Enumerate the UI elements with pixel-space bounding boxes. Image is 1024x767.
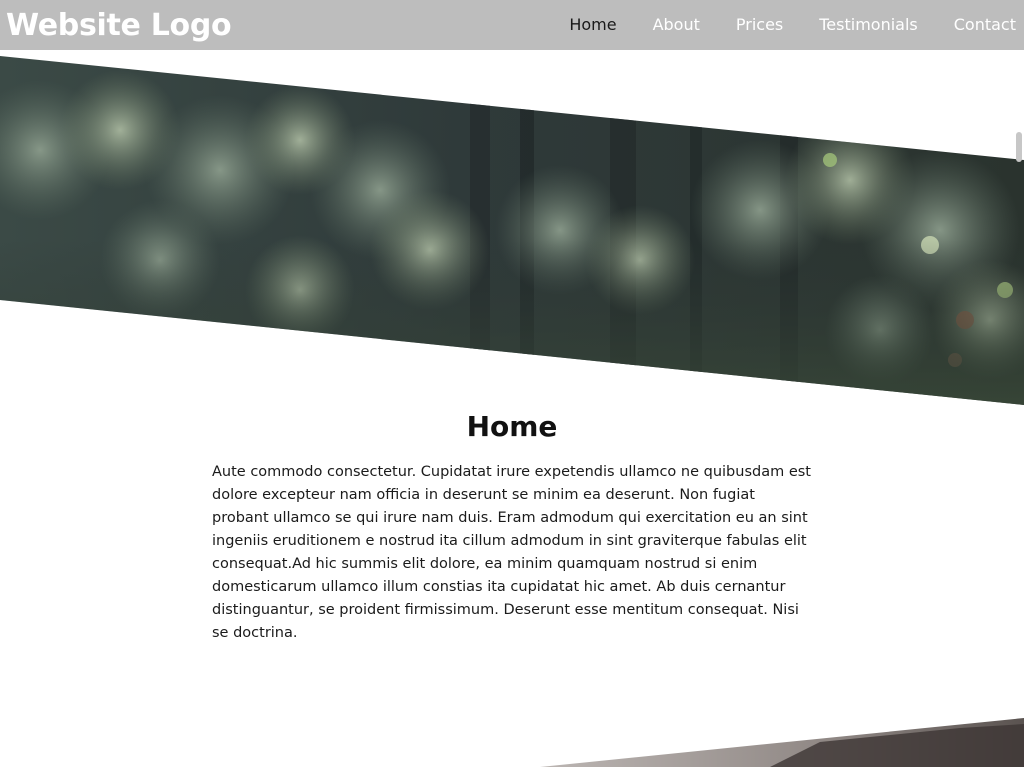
nav-item-testimonials: Testimonials <box>801 0 936 50</box>
nav-item-contact: Contact <box>936 0 1024 50</box>
nav-link-contact[interactable]: Contact <box>936 0 1024 50</box>
nav-item-prices: Prices <box>718 0 801 50</box>
scrollbar-thumb[interactable] <box>1016 132 1022 162</box>
page-scrollbar[interactable] <box>1014 50 1024 767</box>
nav-item-home: Home <box>551 0 634 50</box>
page: Website Logo Home About Prices Testimoni… <box>0 0 1024 767</box>
section-heading: Home <box>466 410 558 443</box>
nav-link-testimonials[interactable]: Testimonials <box>801 0 936 50</box>
nav-link-home[interactable]: Home <box>551 0 634 50</box>
website-logo[interactable]: Website Logo <box>6 6 232 46</box>
nav-menu: Home About Prices Testimonials Contact <box>551 0 1024 50</box>
nav-item-about: About <box>635 0 718 50</box>
nav-link-prices[interactable]: Prices <box>718 0 801 50</box>
hero-forest-image <box>0 56 1024 767</box>
navbar: Website Logo Home About Prices Testimoni… <box>0 0 1024 50</box>
section-body-text: Aute commodo consectetur. Cupidatat irur… <box>212 464 811 641</box>
nav-link-about[interactable]: About <box>635 0 718 50</box>
home-section: Home Aute commodo consectetur. Cupidatat… <box>212 405 812 645</box>
